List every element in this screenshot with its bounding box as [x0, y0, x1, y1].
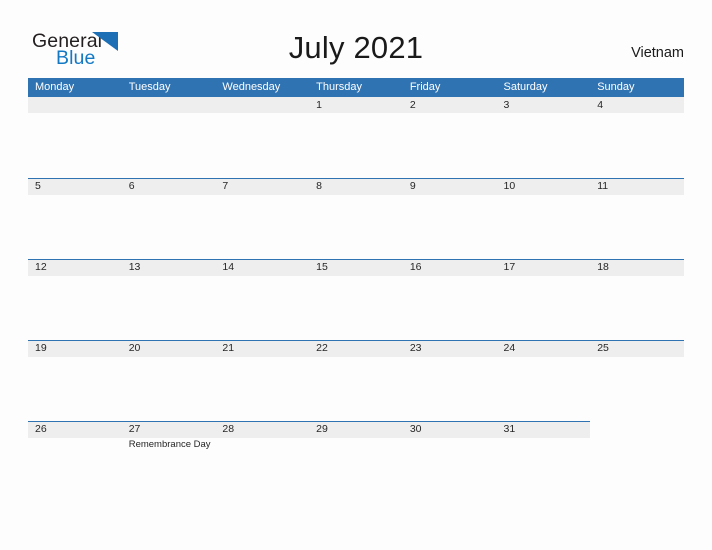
- day-cell[interactable]: 18: [590, 259, 684, 340]
- day-number: 29: [316, 423, 328, 435]
- weekday-header-row: Monday Tuesday Wednesday Thursday Friday…: [28, 78, 684, 97]
- day-number: 27: [128, 423, 141, 435]
- day-cell[interactable]: 31: [497, 421, 591, 502]
- day-number: 14: [222, 261, 235, 273]
- weekday-friday: Friday: [409, 81, 441, 93]
- calendar-grid: Monday Tuesday Wednesday Thursday Friday…: [28, 78, 684, 502]
- day-cell[interactable]: 17: [497, 259, 591, 340]
- day-cell[interactable]: 28: [215, 421, 309, 502]
- day-number: 26: [35, 423, 47, 435]
- day-number: 21: [222, 342, 235, 354]
- day-cell[interactable]: 23: [403, 340, 497, 421]
- day-number: 19: [35, 342, 47, 354]
- day-cell[interactable]: 24: [497, 340, 591, 421]
- weekday-wednesday: Wednesday: [222, 81, 281, 93]
- day-number: 3: [503, 99, 510, 111]
- country-label: Vietnam: [631, 45, 684, 61]
- page-header: General Blue July 2021 Vietnam: [0, 0, 712, 78]
- day-cell[interactable]: 5: [28, 178, 122, 259]
- day-number: 9: [409, 180, 416, 192]
- day-number: 5: [35, 180, 41, 192]
- day-cell[interactable]: 16: [403, 259, 497, 340]
- day-number: 4: [597, 99, 604, 111]
- day-number: 11: [597, 180, 609, 192]
- day-cell[interactable]: 11: [590, 178, 684, 259]
- day-cell[interactable]: 21: [215, 340, 309, 421]
- day-cell[interactable]: 13: [122, 259, 216, 340]
- day-cell[interactable]: 14: [215, 259, 309, 340]
- day-number: 17: [503, 261, 516, 273]
- day-number: 1: [316, 99, 322, 111]
- week-row: 26 27 Remembrance Day 28 29 30 31: [28, 421, 684, 502]
- week-row: 19 20 21 22 23 24 25: [28, 340, 684, 421]
- day-cell[interactable]: [28, 97, 122, 178]
- page-title: July 2021: [288, 30, 424, 65]
- day-cell[interactable]: 2: [403, 97, 497, 178]
- week-row: 5 6 7 8 9 10 11: [28, 178, 684, 259]
- day-number: 30: [409, 423, 422, 435]
- day-number: 12: [35, 261, 47, 273]
- week-row: 12 13 14 15 16 17 18: [28, 259, 684, 340]
- day-number: 2: [409, 99, 416, 111]
- day-number: 18: [597, 261, 609, 273]
- day-cell[interactable]: 6: [122, 178, 216, 259]
- day-number: 25: [597, 342, 609, 354]
- day-cell[interactable]: 10: [497, 178, 591, 259]
- day-cell[interactable]: 12: [28, 259, 122, 340]
- weekday-sunday: Sunday: [597, 81, 635, 93]
- day-number: 24: [503, 342, 516, 354]
- weekday-monday: Monday: [35, 81, 75, 93]
- day-cell[interactable]: 20: [122, 340, 216, 421]
- day-number: 15: [316, 261, 328, 273]
- day-cell[interactable]: 8: [309, 178, 403, 259]
- day-number: 28: [222, 423, 235, 435]
- day-number: 6: [128, 180, 135, 192]
- day-cell[interactable]: 27 Remembrance Day: [122, 421, 216, 502]
- day-cell[interactable]: 26: [28, 421, 122, 502]
- day-cell[interactable]: 25: [590, 340, 684, 421]
- day-cell[interactable]: 19: [28, 340, 122, 421]
- day-number: 16: [409, 261, 422, 273]
- weekday-thursday: Thursday: [316, 81, 362, 93]
- day-cell[interactable]: 3: [497, 97, 591, 178]
- day-cell[interactable]: [122, 97, 216, 178]
- week-row: 1 2 3 4: [28, 97, 684, 178]
- calendar-page: General Blue July 2021 Vietnam Monday Tu…: [0, 0, 712, 550]
- day-number: 23: [409, 342, 422, 354]
- day-cell[interactable]: 7: [215, 178, 309, 259]
- day-cell[interactable]: [590, 421, 684, 502]
- weekday-tuesday: Tuesday: [128, 81, 171, 93]
- day-number: 7: [222, 180, 229, 192]
- day-cell[interactable]: 4: [590, 97, 684, 178]
- day-number: 20: [128, 342, 141, 354]
- day-event: Remembrance Day: [128, 439, 211, 450]
- day-number: 8: [316, 180, 322, 192]
- day-number: 22: [316, 342, 328, 354]
- day-cell[interactable]: 15: [309, 259, 403, 340]
- day-number: 31: [503, 423, 516, 435]
- day-cell[interactable]: 22: [309, 340, 403, 421]
- day-cell[interactable]: 29: [309, 421, 403, 502]
- day-cell[interactable]: [215, 97, 309, 178]
- day-number: 10: [503, 180, 516, 192]
- day-cell[interactable]: 30: [403, 421, 497, 502]
- weekday-saturday: Saturday: [503, 81, 548, 93]
- day-cell[interactable]: 1: [309, 97, 403, 178]
- day-number: 13: [128, 261, 141, 273]
- day-cell[interactable]: 9: [403, 178, 497, 259]
